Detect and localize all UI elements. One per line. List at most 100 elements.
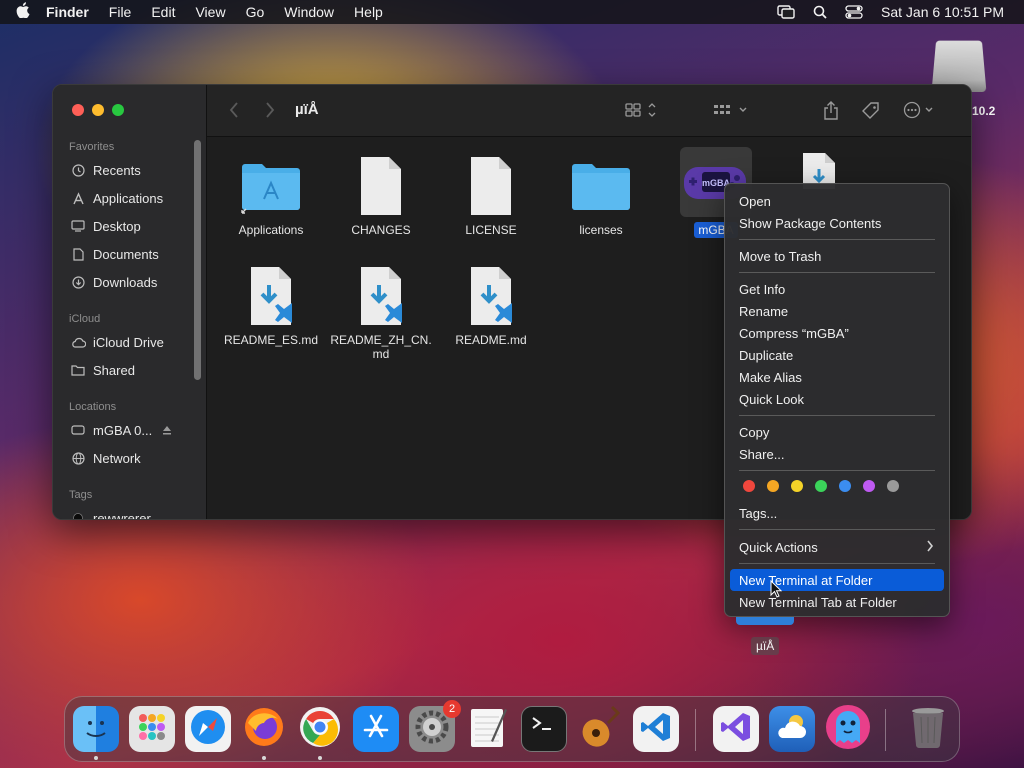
sidebar-item-icloud-drive[interactable]: iCloud Drive	[69, 331, 164, 353]
dock-app-textedit[interactable]	[465, 706, 511, 752]
launchpad-icon	[136, 711, 168, 748]
tag-color-yellow[interactable]	[791, 480, 803, 492]
eject-icon[interactable]	[162, 423, 172, 438]
dock-app-weather[interactable]	[769, 706, 815, 752]
file-name-line-2: md	[372, 347, 390, 361]
menu-item-compress[interactable]: Compress “mGBA”	[730, 322, 944, 344]
sidebar-item-label: iCloud Drive	[93, 334, 164, 350]
spotlight-search-icon[interactable]	[813, 5, 827, 19]
menu-file[interactable]: File	[109, 4, 132, 20]
tag-color-row	[743, 480, 911, 492]
share-icon[interactable]	[823, 101, 839, 121]
menu-item-new-terminal-tab-at-folder[interactable]: New Terminal Tab at Folder	[730, 591, 944, 613]
sidebar-item-mgba-disk[interactable]: mGBA 0...	[69, 419, 172, 441]
dock-divider	[885, 709, 886, 751]
tag-color-blue[interactable]	[839, 480, 851, 492]
dock-app-garageband[interactable]	[577, 705, 623, 754]
group-button[interactable]	[713, 101, 751, 119]
desktop-selected-item[interactable]	[736, 617, 794, 625]
dock-app-chrome[interactable]	[297, 706, 343, 752]
menu-edit[interactable]: Edit	[151, 4, 175, 20]
zoom-window-button[interactable]	[112, 104, 124, 116]
desktop-item-label[interactable]: µïÅ	[751, 637, 780, 655]
desktop-disk-label[interactable]: 10.2	[972, 104, 1002, 118]
menu-item-tags[interactable]: Tags...	[730, 502, 944, 524]
sidebar-item-label: Recents	[93, 162, 141, 178]
menu-help[interactable]: Help	[354, 4, 383, 20]
dock-app-terminal[interactable]	[521, 706, 567, 752]
running-indicator	[94, 756, 98, 760]
tag-color-orange[interactable]	[767, 480, 779, 492]
menu-item-share[interactable]: Share...	[730, 443, 944, 465]
sidebar-item-label: rewwrerer	[93, 510, 151, 520]
apple-menu-icon[interactable]	[16, 2, 32, 22]
dock-app-app-store[interactable]	[353, 706, 399, 752]
control-center-icon[interactable]	[845, 5, 863, 19]
menu-item-new-terminal-at-folder[interactable]: New Terminal at Folder	[730, 569, 944, 591]
file-item-readme-zh-cn[interactable]: README_ZH_CN. md	[326, 265, 436, 361]
tag-icon[interactable]	[861, 101, 881, 121]
dock-app-firefox[interactable]	[241, 706, 287, 752]
sidebar-scrollbar[interactable]	[194, 140, 201, 380]
menu-item-show-package-contents[interactable]: Show Package Contents	[730, 212, 944, 234]
menu-item-quick-actions[interactable]: Quick Actions	[730, 536, 944, 558]
sidebar-item-downloads[interactable]: Downloads	[69, 271, 157, 293]
dock-app-trash[interactable]	[905, 706, 951, 752]
file-item-readme-es[interactable]: README_ES.md	[216, 265, 326, 347]
dock-app-system-settings[interactable]: 2	[409, 700, 461, 752]
menu-separator	[739, 529, 935, 530]
view-mode-button[interactable]	[625, 101, 659, 119]
close-window-button[interactable]	[72, 104, 84, 116]
menu-item-move-to-trash[interactable]: Move to Trash	[730, 245, 944, 267]
dock-app-launchpad[interactable]	[129, 706, 175, 752]
sidebar-item-recents[interactable]: Recents	[69, 159, 141, 181]
tag-color-green[interactable]	[815, 480, 827, 492]
menu-item-duplicate[interactable]: Duplicate	[730, 344, 944, 366]
file-item-changes[interactable]: CHANGES	[326, 155, 436, 237]
menu-item-open[interactable]: Open	[730, 190, 944, 212]
dock-app-visual-studio[interactable]	[713, 706, 759, 752]
menu-finder[interactable]: Finder	[46, 4, 89, 20]
menu-item-copy[interactable]: Copy	[730, 421, 944, 443]
dock-app-vscode[interactable]	[633, 706, 679, 752]
tag-color-red[interactable]	[743, 480, 755, 492]
ghost-app-icon	[824, 703, 872, 756]
menu-window[interactable]: Window	[284, 4, 334, 20]
menu-item-quick-look[interactable]: Quick Look	[730, 388, 944, 410]
dock-app-finder[interactable]	[73, 706, 119, 752]
dock-app-safari[interactable]	[185, 706, 231, 752]
file-item-applications[interactable]: Applications	[216, 155, 326, 237]
running-indicator	[262, 756, 266, 760]
menu-item-get-info[interactable]: Get Info	[730, 278, 944, 300]
vscode-markdown-icon	[350, 265, 412, 327]
file-item-readme[interactable]: README.md	[436, 265, 546, 347]
sidebar-item-label: mGBA 0...	[93, 422, 153, 438]
menu-go[interactable]: Go	[246, 4, 265, 20]
menu-item-rename[interactable]: Rename	[730, 300, 944, 322]
sidebar-item-network[interactable]: Network	[69, 447, 141, 469]
sidebar-item-tag[interactable]: rewwrerer	[69, 507, 151, 520]
dock-app-ghost[interactable]	[825, 704, 871, 752]
tag-color-purple[interactable]	[863, 480, 875, 492]
guitar-icon	[580, 705, 621, 754]
menubar-clock[interactable]: Sat Jan 6 10:51 PM	[881, 4, 1004, 20]
file-item-license[interactable]: LICENSE	[436, 155, 546, 237]
screen-mirroring-icon[interactable]	[777, 5, 795, 19]
back-button[interactable]	[229, 101, 239, 119]
menu-view[interactable]: View	[195, 4, 225, 20]
menu-separator	[739, 470, 935, 471]
sidebar-item-applications[interactable]: Applications	[69, 187, 163, 209]
file-name: licenses	[579, 223, 623, 237]
finder-icon	[79, 710, 113, 749]
terminal-icon	[529, 712, 559, 747]
tag-color-gray[interactable]	[887, 480, 899, 492]
sidebar-item-documents[interactable]: Documents	[69, 243, 159, 265]
minimize-window-button[interactable]	[92, 104, 104, 116]
more-actions-icon[interactable]	[903, 101, 937, 119]
sidebar-item-label: Shared	[93, 362, 135, 378]
menu-item-make-alias[interactable]: Make Alias	[730, 366, 944, 388]
sidebar-item-desktop[interactable]: Desktop	[69, 215, 141, 237]
sidebar-item-shared[interactable]: Shared	[69, 359, 135, 381]
file-item-licenses[interactable]: licenses	[546, 155, 656, 237]
forward-button[interactable]	[265, 101, 275, 119]
